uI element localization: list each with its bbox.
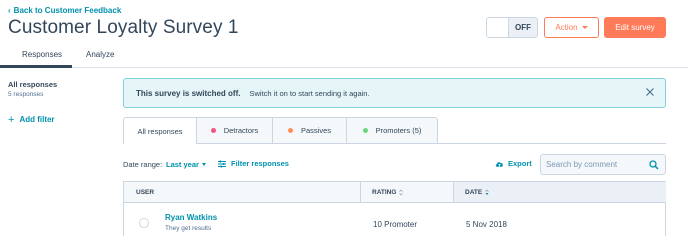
sort-descending-icon xyxy=(485,189,489,195)
search-icon[interactable] xyxy=(649,160,659,170)
rating-value: 10 Promoter xyxy=(373,220,418,229)
filter-responses-label: Filter responses xyxy=(231,159,289,168)
detractor-dot-icon xyxy=(210,128,216,133)
filter-responses-button[interactable]: Filter responses xyxy=(218,159,289,168)
table-header: USER RATING DATE xyxy=(123,181,666,203)
user-comment: They get results xyxy=(165,225,212,232)
export-button[interactable]: Export xyxy=(495,159,532,168)
column-header-label: RATING xyxy=(372,189,397,196)
action-button[interactable]: Action xyxy=(544,17,599,38)
export-label: Export xyxy=(508,159,532,168)
caret-down-icon xyxy=(581,26,588,29)
search-input[interactable] xyxy=(546,160,646,169)
toggle-knob xyxy=(487,18,509,37)
banner-text: Switch it on to start sending it again. xyxy=(249,88,370,98)
filter-tab-all[interactable]: All responses xyxy=(123,117,197,144)
date-range-dropdown[interactable]: Last year xyxy=(166,160,206,169)
filter-tab-promoters[interactable]: Promoters (5) xyxy=(347,117,438,144)
search-field[interactable] xyxy=(540,154,666,175)
banner-title: This survey is switched off. xyxy=(136,88,241,98)
cloud-upload-icon xyxy=(495,161,503,167)
date-value: 5 Nov 2018 xyxy=(466,220,507,229)
page-title: Customer Loyalty Survey 1 xyxy=(8,17,239,38)
column-header-label: USER xyxy=(136,189,155,196)
close-icon[interactable] xyxy=(645,87,655,97)
caret-down-icon xyxy=(201,163,206,166)
edit-survey-button[interactable]: Edit survey xyxy=(604,17,666,38)
plus-icon: + xyxy=(8,113,15,126)
promoter-dot-icon xyxy=(362,128,368,133)
filter-tab-label: Promoters (5) xyxy=(375,126,422,135)
row-select-radio[interactable] xyxy=(139,218,149,228)
active-tab-indicator xyxy=(0,65,72,68)
column-divider xyxy=(453,182,454,202)
user-name-link[interactable]: Ryan Watkins xyxy=(165,213,217,222)
back-link[interactable]: ‹ Back to Customer Feedback xyxy=(8,6,121,15)
column-header-date[interactable]: DATE xyxy=(465,189,489,196)
sidebar-all-responses[interactable]: All responses xyxy=(8,80,57,89)
sort-icon xyxy=(399,189,404,196)
survey-off-banner: This survey is switched off. Switch it o… xyxy=(123,78,666,108)
date-range-label: Date range: xyxy=(123,160,163,169)
tab-bar: Responses Analyze xyxy=(0,46,688,68)
action-button-label: Action xyxy=(555,23,578,32)
column-header-rating[interactable]: RATING xyxy=(372,189,404,196)
sliders-icon xyxy=(218,160,226,167)
passive-dot-icon xyxy=(287,128,293,133)
filter-tab-passives[interactable]: Passives xyxy=(273,117,347,144)
back-link-label: Back to Customer Feedback xyxy=(13,6,122,15)
toggle-label: OFF xyxy=(515,23,531,32)
divider xyxy=(438,143,666,144)
add-filter-label: Add filter xyxy=(19,115,55,124)
table-row[interactable]: Ryan Watkins They get results 10 Promote… xyxy=(123,203,666,236)
filter-tab-label: All responses xyxy=(137,126,183,136)
tab-analyze[interactable]: Analyze xyxy=(86,50,114,59)
tab-responses[interactable]: Responses xyxy=(22,50,62,59)
column-header-user: USER xyxy=(136,189,154,196)
sentiment-filter-tabs: All responses Detractors Passives Promot… xyxy=(123,117,438,144)
column-header-label: DATE xyxy=(465,189,483,196)
filter-tab-label: Detractors xyxy=(223,126,259,135)
column-divider xyxy=(360,182,361,202)
filter-tab-label: Passives xyxy=(300,126,331,135)
filter-tab-detractors[interactable]: Detractors xyxy=(197,117,273,144)
date-range-value: Last year xyxy=(166,160,199,169)
response-count: 5 responses xyxy=(8,91,44,98)
chevron-left-icon: ‹ xyxy=(8,6,11,15)
add-filter-button[interactable]: + Add filter xyxy=(8,113,55,126)
survey-toggle[interactable]: OFF xyxy=(486,17,538,38)
